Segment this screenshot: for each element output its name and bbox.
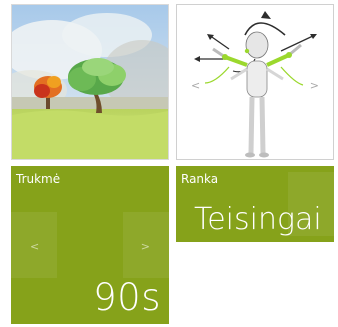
figure-prev-button[interactable]: < — [191, 80, 200, 92]
figure-preview-tile[interactable]: < > — [176, 4, 334, 160]
hand-tile[interactable]: Ranka Teisingai — [176, 166, 334, 242]
duration-value: 90s — [93, 276, 161, 319]
figure-next-button[interactable]: > — [310, 80, 319, 92]
duration-label: Trukmė — [16, 172, 61, 186]
hand-label: Ranka — [181, 172, 219, 186]
hand-value: Teisingai — [194, 202, 322, 237]
landscape-scene-tile[interactable] — [11, 4, 169, 160]
chevron-right-icon: > — [140, 240, 150, 253]
chevron-left-icon: < — [30, 240, 40, 253]
landscape-scene-image — [12, 5, 168, 159]
duration-tile[interactable]: Trukmė < > 90s — [11, 166, 169, 324]
